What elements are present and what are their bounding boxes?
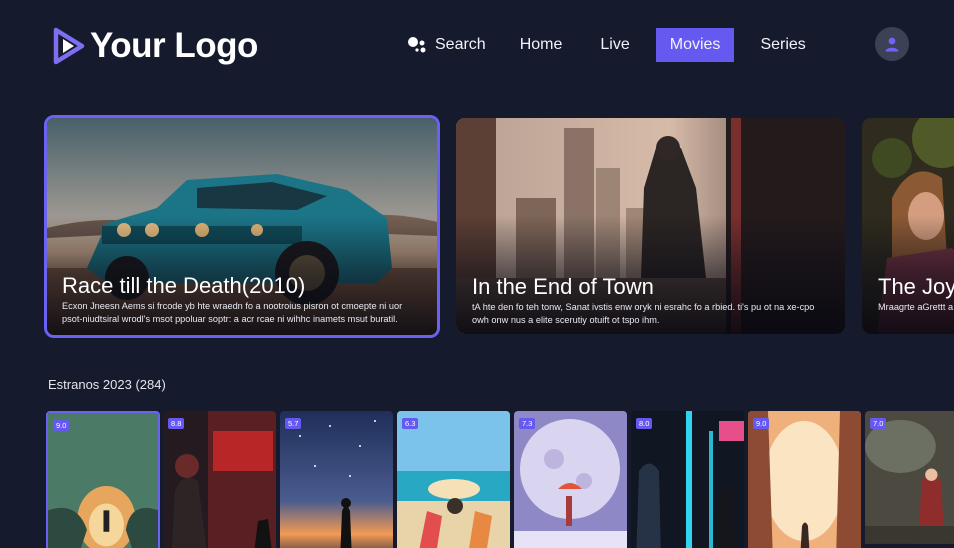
rating-badge: 5.7: [285, 418, 302, 429]
nav-item-movies-label: Movies: [669, 36, 721, 53]
card-description: Mraagrte aGrettt a hwne hse emtes c: [878, 302, 954, 312]
nav-item-home[interactable]: Home: [506, 28, 577, 62]
nav-item-series-label: Series: [760, 36, 806, 53]
starry-sky-image: [280, 411, 393, 548]
rating-badge: 7.0: [870, 418, 887, 429]
poster-card[interactable]: 9.0: [46, 411, 160, 548]
nav-item-search[interactable]: Search: [400, 28, 500, 62]
card-title: Race till the Death(2010): [62, 273, 306, 298]
card-title: The Joy: [878, 274, 954, 299]
user-avatar[interactable]: [875, 27, 909, 61]
featured-card[interactable]: Race till the Death(2010) Ecxon Jneesn A…: [44, 115, 440, 338]
poster-card[interactable]: 7.3: [514, 411, 627, 548]
rating-badge: 8.8: [168, 418, 185, 429]
forest-figure-image: [865, 411, 954, 544]
section-title: Estranos 2023 (284): [48, 377, 166, 392]
rating-badge: 7.3: [519, 418, 536, 429]
voice-search-icon: [408, 37, 426, 53]
rating-badge: 9.0: [53, 420, 70, 431]
poster-card[interactable]: 9.0: [748, 411, 861, 548]
rating-badge: 6.3: [402, 418, 419, 429]
moon-umbrella-image: [514, 411, 627, 548]
nav-item-live[interactable]: Live: [586, 28, 643, 62]
nav-item-movies[interactable]: Movies: [655, 28, 735, 62]
beach-chair-image: [397, 411, 510, 548]
nav-item-live-label: Live: [600, 36, 630, 53]
glowing-forest-image: [748, 411, 861, 548]
poster-card[interactable]: 8.0: [631, 411, 744, 548]
neon-figures-image: [631, 411, 744, 548]
play-logo-icon: [53, 27, 85, 65]
user-icon: [885, 37, 899, 52]
logo-text: Your Logo: [90, 26, 258, 65]
nav-item-home-label: Home: [519, 36, 563, 53]
featured-card[interactable]: In the End of Town tA hte den fo teh ton…: [456, 118, 845, 334]
main-nav: Search Home Live Movies Series: [400, 28, 820, 62]
poster-card[interactable]: 7.0: [865, 411, 954, 548]
card-description: tA hte den fo teh tonw, Sanat ivstis enw…: [472, 302, 815, 325]
card-title: In the End of Town: [472, 274, 654, 299]
rating-badge: 8.0: [636, 418, 653, 429]
nav-item-series[interactable]: Series: [746, 28, 819, 62]
armored-figure-image: [163, 411, 276, 548]
card-description: Ecxon Jneesn Aems si frcode yb hte wraed…: [62, 301, 403, 324]
app-logo[interactable]: Your Logo: [52, 26, 258, 66]
poster-card[interactable]: 8.8: [163, 411, 276, 548]
poster-card[interactable]: 5.7: [280, 411, 393, 548]
featured-card[interactable]: The Joy Mraagrte aGrettt a hwne hse emte…: [862, 118, 954, 334]
cave-portal-image: [48, 413, 158, 548]
nav-item-search-label: Search: [435, 36, 486, 53]
poster-card[interactable]: 6.3: [397, 411, 510, 548]
rating-badge: 9.0: [753, 418, 770, 429]
